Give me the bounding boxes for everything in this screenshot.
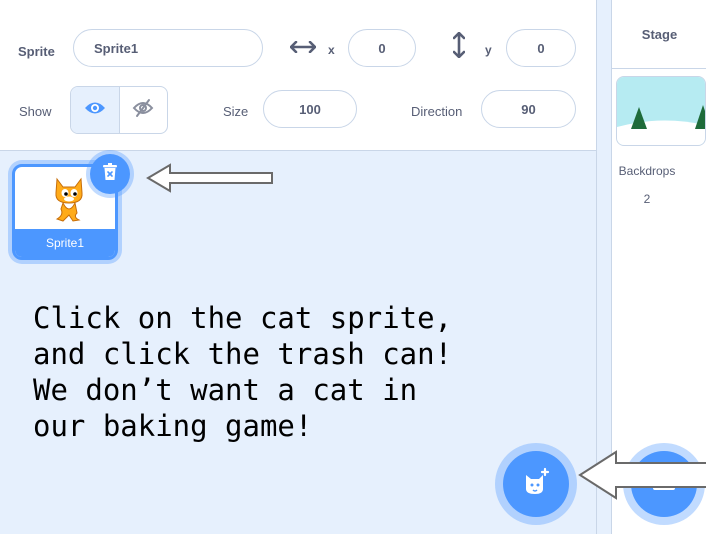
direction-input[interactable]: 90 bbox=[481, 90, 576, 128]
horizontal-arrows-icon bbox=[289, 40, 317, 58]
backdrops-label: Backdrops bbox=[618, 164, 676, 178]
backdrop-image bbox=[617, 77, 705, 145]
backdrop-thumbnail[interactable] bbox=[616, 76, 706, 146]
sprite-label: Sprite bbox=[18, 44, 55, 59]
eye-off-icon bbox=[132, 98, 154, 123]
show-label: Show bbox=[19, 104, 52, 119]
x-label: x bbox=[328, 43, 335, 57]
y-label: y bbox=[485, 43, 492, 57]
sprite-pane: Sprite Sprite1 x 0 y 0 Show Size 100 Dir… bbox=[0, 0, 597, 534]
direction-value: 90 bbox=[521, 101, 536, 117]
trash-icon bbox=[102, 162, 118, 186]
y-input[interactable]: 0 bbox=[506, 29, 576, 67]
size-label: Size bbox=[223, 104, 249, 119]
size-input[interactable]: 100 bbox=[263, 90, 357, 128]
left-arrow-icon bbox=[146, 163, 274, 198]
choose-sprite-button[interactable] bbox=[503, 451, 569, 517]
sprite-info-panel: Sprite Sprite1 x 0 y 0 Show Size 100 Dir… bbox=[0, 0, 596, 151]
size-value: 100 bbox=[299, 101, 321, 117]
show-hidden-button[interactable] bbox=[120, 87, 168, 133]
eye-icon bbox=[84, 100, 106, 121]
x-input[interactable]: 0 bbox=[348, 29, 416, 67]
x-value: 0 bbox=[378, 40, 386, 56]
left-arrow-icon bbox=[578, 450, 706, 505]
instruction-text: Click on the cat sprite, and click the t… bbox=[33, 301, 453, 443]
sprite-tile-label: Sprite1 bbox=[15, 229, 115, 257]
y-value: 0 bbox=[537, 40, 545, 56]
backdrops-count: 2 bbox=[643, 192, 651, 206]
show-toggle bbox=[70, 86, 168, 134]
show-visible-button[interactable] bbox=[71, 87, 120, 133]
add-sprite-icon bbox=[521, 467, 551, 502]
cat-sprite-icon bbox=[49, 173, 89, 228]
sprite-name-value: Sprite1 bbox=[94, 40, 139, 56]
stage-title: Stage bbox=[612, 0, 706, 69]
vertical-arrows-icon bbox=[452, 31, 466, 63]
direction-label: Direction bbox=[411, 104, 463, 119]
sprite-name-input[interactable]: Sprite1 bbox=[73, 29, 263, 67]
delete-sprite-button[interactable] bbox=[90, 154, 130, 194]
